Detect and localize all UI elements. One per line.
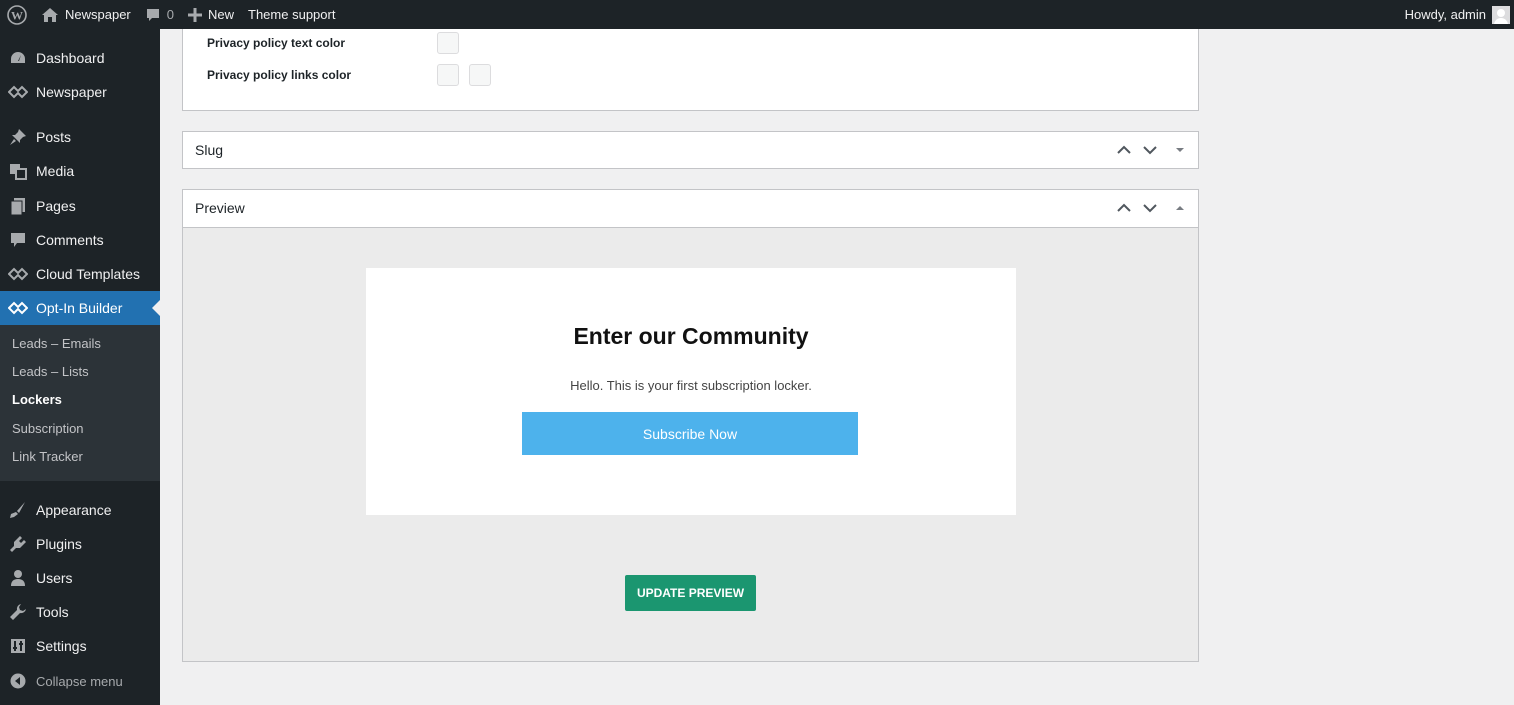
- move-up-icon[interactable]: [1115, 141, 1133, 159]
- brush-icon: [0, 501, 36, 519]
- slug-panel-title: Slug: [195, 142, 224, 158]
- sidebar-item-newspaper[interactable]: Newspaper: [0, 75, 160, 109]
- new-content-link[interactable]: New: [181, 0, 241, 29]
- privacy-links-color-label: Privacy policy links color: [207, 68, 352, 82]
- preview-panel-header[interactable]: Preview: [183, 190, 1198, 226]
- submenu-link-tracker[interactable]: Link Tracker: [12, 449, 83, 464]
- submenu-leads-lists[interactable]: Leads – Lists: [12, 364, 89, 379]
- sidebar-label: Posts: [36, 129, 72, 145]
- optin-builder-icon: [0, 301, 36, 315]
- privacy-text-color-swatch[interactable]: [437, 32, 459, 54]
- preview-panel: Preview Enter our Community Hello. This …: [182, 189, 1199, 662]
- wrench-icon: [0, 603, 36, 621]
- privacy-settings-panel: Privacy policy text color Privacy policy…: [182, 29, 1199, 111]
- sidebar-label: Pages: [36, 198, 76, 214]
- home-icon: [41, 7, 59, 23]
- submenu-leads-emails[interactable]: Leads – Emails: [12, 336, 101, 351]
- sidebar-label: Settings: [36, 638, 87, 654]
- sidebar-label: Appearance: [36, 502, 112, 518]
- toggle-panel-icon[interactable]: [1171, 141, 1189, 159]
- wordpress-logo-button[interactable]: W: [0, 0, 34, 29]
- subscribe-now-button[interactable]: Subscribe Now: [522, 412, 858, 455]
- locker-description: Hello. This is your first subscription l…: [570, 378, 812, 393]
- admin-bar: W Newspaper 0 New Theme support Howdy, a…: [0, 0, 1514, 29]
- settings-icon: [0, 638, 36, 654]
- sidebar-item-optin-builder[interactable]: Opt-In Builder: [0, 291, 160, 325]
- toggle-panel-icon[interactable]: [1171, 199, 1189, 217]
- sidebar-label: Dashboard: [36, 50, 105, 66]
- comments-link[interactable]: 0: [138, 0, 181, 29]
- plug-icon: [0, 535, 36, 553]
- comments-count: 0: [166, 7, 174, 22]
- submenu-lockers[interactable]: Lockers: [12, 392, 62, 407]
- plus-icon: [188, 7, 202, 22]
- pages-icon: [0, 197, 36, 215]
- sidebar-item-settings[interactable]: Settings: [0, 629, 160, 663]
- pin-icon: [0, 128, 36, 146]
- user-icon: [0, 569, 36, 587]
- privacy-text-color-label: Privacy policy text color: [207, 36, 346, 50]
- sidebar-item-tools[interactable]: Tools: [0, 595, 160, 629]
- sidebar-label: Newspaper: [36, 84, 107, 100]
- sidebar-item-dashboard[interactable]: Dashboard: [0, 41, 160, 75]
- submenu-subscription[interactable]: Subscription: [12, 421, 84, 436]
- sidebar-label: Users: [36, 570, 73, 586]
- sidebar-item-cloud-templates[interactable]: Cloud Templates: [0, 257, 160, 291]
- slug-panel: Slug: [182, 131, 1199, 169]
- comment-icon: [0, 232, 36, 248]
- preview-panel-title: Preview: [195, 200, 245, 216]
- sidebar-label: Media: [36, 163, 75, 179]
- update-preview-button[interactable]: UPDATE PREVIEW: [625, 575, 756, 611]
- admin-sidebar: Dashboard Newspaper Posts Media Pages Co…: [0, 29, 160, 705]
- privacy-links-hover-color-swatch[interactable]: [469, 64, 491, 86]
- move-up-icon[interactable]: [1115, 199, 1133, 217]
- collapse-menu-label: Collapse menu: [36, 673, 123, 689]
- locker-preview-box: Enter our Community Hello. This is your …: [366, 268, 1016, 515]
- sidebar-item-plugins[interactable]: Plugins: [0, 527, 160, 561]
- howdy-label: Howdy, admin: [1404, 7, 1486, 22]
- newspaper-logo-icon: [0, 85, 36, 99]
- sidebar-label: Opt-In Builder: [36, 300, 123, 316]
- preview-area: Enter our Community Hello. This is your …: [183, 227, 1198, 661]
- locker-title: Enter our Community: [573, 323, 809, 349]
- move-down-icon[interactable]: [1141, 199, 1159, 217]
- sidebar-item-comments[interactable]: Comments: [0, 223, 160, 257]
- svg-text:W: W: [11, 8, 23, 22]
- sidebar-label: Cloud Templates: [36, 266, 141, 282]
- sidebar-label: Plugins: [36, 536, 82, 552]
- sidebar-label: Comments: [36, 232, 104, 248]
- sidebar-label: Tools: [36, 604, 69, 620]
- site-name-link[interactable]: Newspaper: [34, 0, 138, 29]
- my-account[interactable]: Howdy, admin: [1405, 0, 1510, 29]
- theme-support-link[interactable]: Theme support: [241, 0, 342, 29]
- sidebar-item-appearance[interactable]: Appearance: [0, 493, 160, 527]
- avatar: [1492, 5, 1510, 24]
- new-label: New: [208, 7, 235, 22]
- move-down-icon[interactable]: [1141, 141, 1159, 159]
- dashboard-icon: [0, 49, 36, 67]
- optin-builder-submenu: Leads – Emails Leads – Lists Lockers Sub…: [0, 325, 160, 481]
- sidebar-item-media[interactable]: Media: [0, 154, 160, 188]
- slug-panel-header[interactable]: Slug: [183, 132, 1198, 168]
- theme-support-label: Theme support: [248, 7, 336, 22]
- wordpress-logo-icon: W: [7, 4, 27, 25]
- comment-icon: [145, 7, 161, 23]
- sidebar-item-users[interactable]: Users: [0, 561, 160, 595]
- collapse-menu-button[interactable]: Collapse menu: [0, 664, 160, 698]
- site-name-label: Newspaper: [65, 7, 131, 22]
- cloud-templates-icon: [0, 267, 36, 281]
- media-icon: [0, 162, 36, 180]
- sidebar-item-posts[interactable]: Posts: [0, 120, 160, 154]
- privacy-links-color-swatch[interactable]: [437, 64, 459, 86]
- collapse-arrow-icon: [0, 673, 36, 689]
- sidebar-item-pages[interactable]: Pages: [0, 189, 160, 223]
